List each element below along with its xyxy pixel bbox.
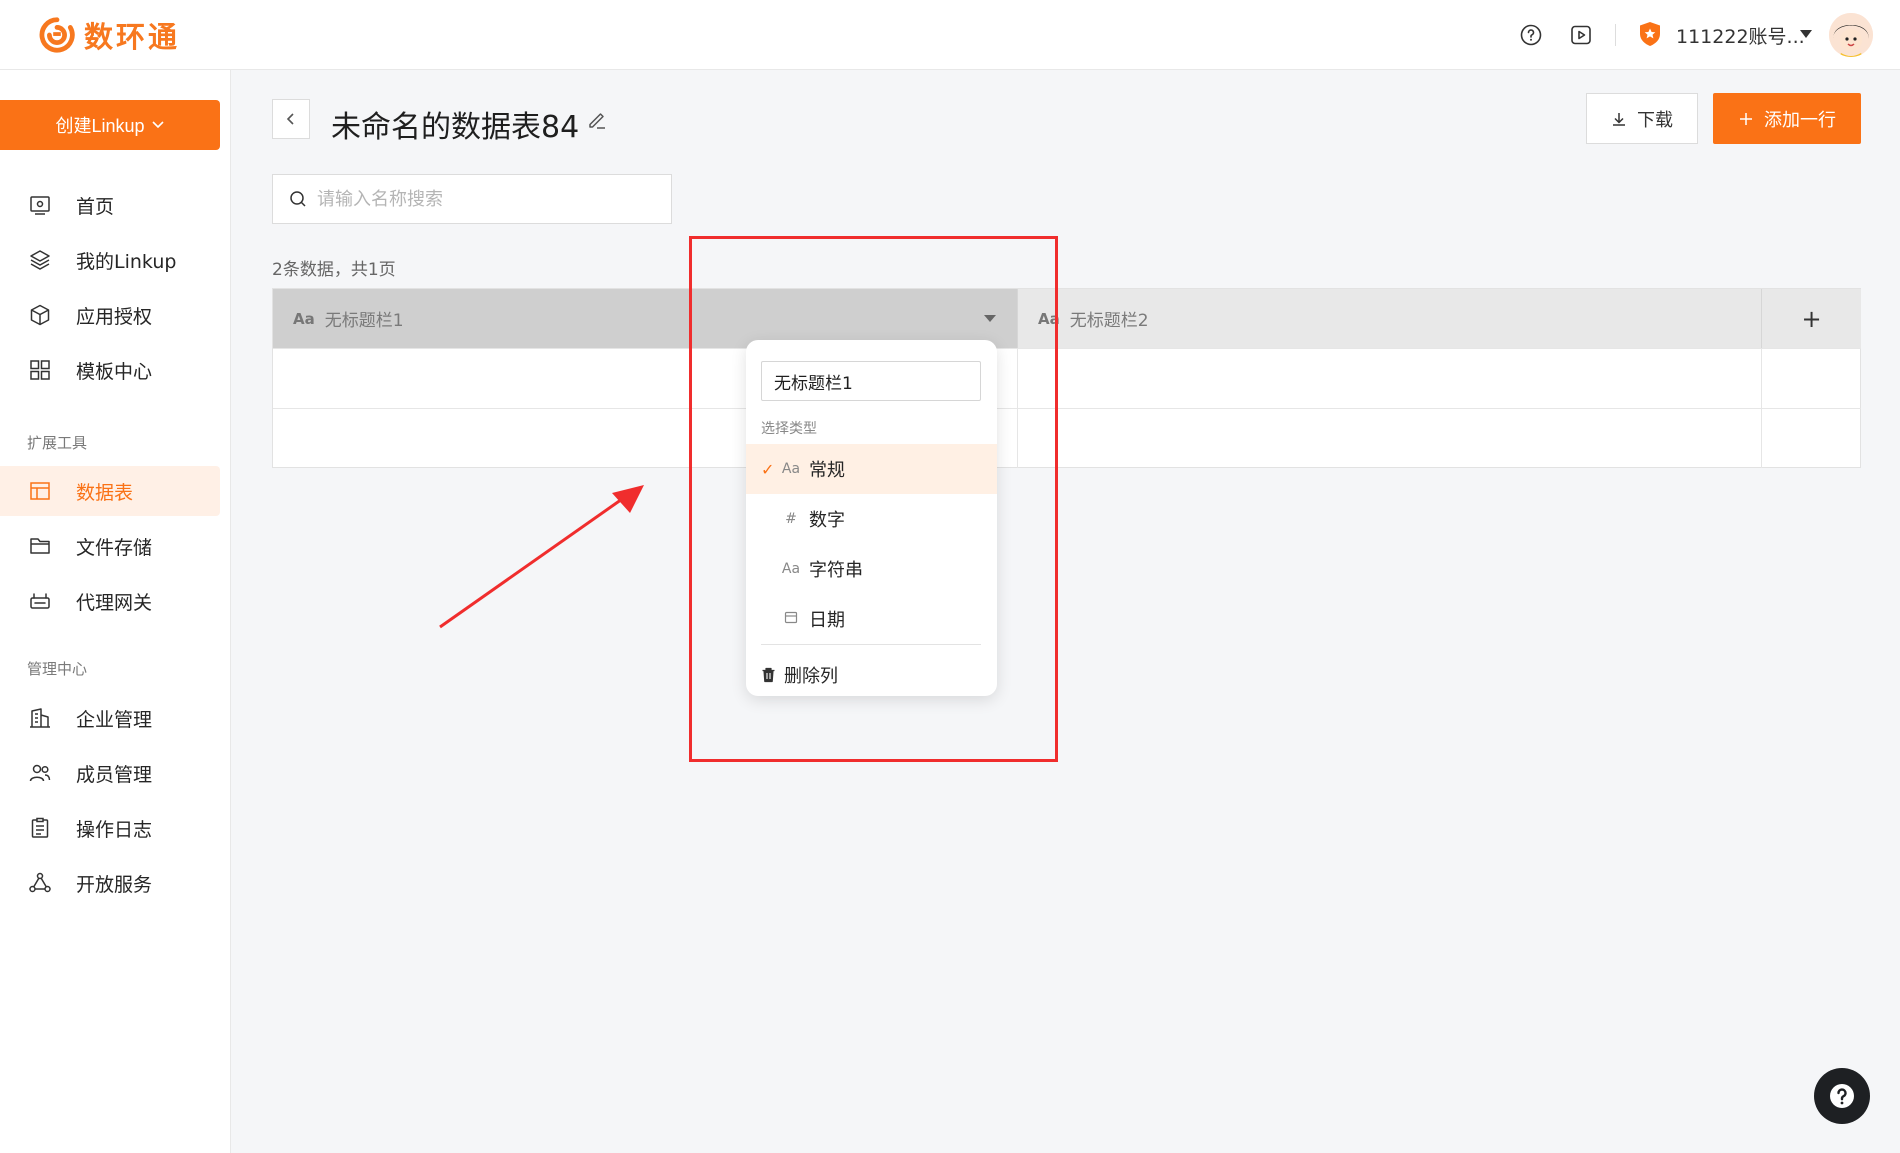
add-row-button[interactable]: 添加一行 xyxy=(1713,93,1861,144)
account-dropdown-icon[interactable] xyxy=(1800,30,1812,38)
monitor-icon xyxy=(30,196,50,215)
chevron-left-icon xyxy=(286,113,294,125)
table-cell[interactable] xyxy=(1017,409,1761,468)
share-nodes-icon xyxy=(29,872,51,893)
folder-icon xyxy=(30,538,50,554)
column-header-2[interactable]: Aa 无标题栏2 xyxy=(1017,289,1761,348)
edit-pencil-icon[interactable] xyxy=(586,109,608,131)
header-divider xyxy=(1615,24,1616,46)
sidebar-item-label: 开放服务 xyxy=(76,873,153,896)
layers-icon xyxy=(30,250,50,270)
sidebar-item-label: 文件存储 xyxy=(76,536,153,559)
download-button[interactable]: 下载 xyxy=(1586,93,1698,144)
add-column-button[interactable]: + xyxy=(1761,289,1861,348)
avatar-image xyxy=(1829,13,1873,57)
download-icon xyxy=(1613,112,1625,126)
table-icon xyxy=(30,482,50,500)
record-count: 2条数据，共1页 xyxy=(272,260,396,280)
brand-logo[interactable]: 数环通 xyxy=(38,14,180,56)
help-icon xyxy=(1830,1084,1854,1108)
table-cell xyxy=(1761,409,1861,468)
text-type-icon: Aa xyxy=(293,309,315,328)
column-header-label: 无标题栏2 xyxy=(1069,311,1149,331)
video-play-icon[interactable] xyxy=(1569,23,1593,47)
sidebar-item-label: 数据表 xyxy=(76,481,134,504)
account-name[interactable]: 111222账号... xyxy=(1676,22,1805,49)
users-icon xyxy=(29,764,51,782)
plus-icon xyxy=(1740,112,1752,125)
data-table: Aa 无标题栏1 Aa 无标题栏2 + xyxy=(272,288,1861,468)
create-linkup-label: 创建Linkup xyxy=(55,116,145,136)
sidebar-item-label: 我的Linkup xyxy=(76,250,177,273)
back-button[interactable] xyxy=(272,99,310,139)
cube-icon xyxy=(30,304,50,326)
brand-name: 数环通 xyxy=(84,20,181,54)
avatar[interactable] xyxy=(1829,13,1873,57)
page-title: 未命名的数据表84 xyxy=(331,110,580,145)
sidebar-item-home[interactable]: 首页 xyxy=(0,180,220,230)
logo-mark-icon xyxy=(39,17,75,53)
search-input[interactable] xyxy=(317,188,637,210)
sidebar-item-datatable[interactable]: 数据表 xyxy=(0,466,220,516)
sidebar-item-enterprise[interactable]: 企业管理 xyxy=(0,693,220,743)
sidebar-item-label: 代理网关 xyxy=(76,591,153,614)
section-title-tools: 扩展工具 xyxy=(27,434,88,452)
highlight-box xyxy=(689,236,1058,762)
top-bar: 数环通 111222账号... xyxy=(0,0,1900,70)
help-circle-icon[interactable] xyxy=(1519,23,1543,47)
sidebar-item-proxy-gateway[interactable]: 代理网关 xyxy=(0,576,220,626)
table-row xyxy=(273,348,1861,408)
sidebar-item-label: 模板中心 xyxy=(76,360,153,383)
sidebar-item-label: 企业管理 xyxy=(76,708,153,731)
sidebar-item-app-auth[interactable]: 应用授权 xyxy=(0,290,220,340)
chevron-down-icon xyxy=(151,121,164,129)
sidebar-item-open-service[interactable]: 开放服务 xyxy=(0,858,220,908)
search-box[interactable] xyxy=(272,174,672,224)
sidebar-item-templates[interactable]: 模板中心 xyxy=(0,345,220,395)
sidebar-item-my-linkup[interactable]: 我的Linkup xyxy=(0,235,220,285)
sidebar-item-label: 首页 xyxy=(76,195,115,218)
sidebar-item-label: 操作日志 xyxy=(76,818,153,841)
building-icon xyxy=(30,708,50,728)
sidebar-item-label: 成员管理 xyxy=(76,763,153,786)
annotation-arrow-icon xyxy=(439,485,644,629)
table-cell[interactable] xyxy=(1017,349,1761,408)
table-row xyxy=(273,408,1861,468)
add-row-label: 添加一行 xyxy=(1764,109,1836,131)
gateway-icon xyxy=(30,593,50,609)
vip-badge-icon xyxy=(1640,22,1660,46)
sidebar: 创建Linkup 首页 我的Linkup 应用授权 模板中心 扩展工具 数据表 … xyxy=(0,70,231,1153)
create-linkup-button[interactable]: 创建Linkup xyxy=(0,100,220,150)
grid-icon xyxy=(30,360,50,380)
sidebar-item-operation-log[interactable]: 操作日志 xyxy=(0,803,220,853)
clipboard-icon xyxy=(31,817,49,838)
sidebar-item-file-storage[interactable]: 文件存储 xyxy=(0,521,220,571)
table-cell xyxy=(1761,349,1861,408)
section-title-admin: 管理中心 xyxy=(27,660,88,678)
sidebar-item-label: 应用授权 xyxy=(76,305,153,328)
column-header-label: 无标题栏1 xyxy=(324,311,404,331)
sidebar-item-members[interactable]: 成员管理 xyxy=(0,748,220,798)
download-label: 下载 xyxy=(1637,109,1673,131)
search-icon xyxy=(290,191,306,207)
floating-help-button[interactable] xyxy=(1814,1068,1870,1124)
